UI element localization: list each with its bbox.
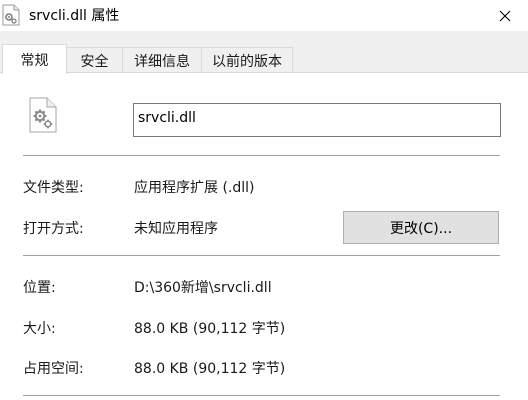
- close-button[interactable]: [482, 0, 528, 31]
- file-type-value: 应用程序扩展 (.dll): [134, 180, 255, 196]
- opens-with-label: 打开方式:: [23, 221, 84, 237]
- tab-general[interactable]: 常规: [2, 44, 67, 74]
- location-value: D:\360新增\srvcli.dll: [134, 280, 272, 296]
- tab-details[interactable]: 详细信息: [122, 47, 202, 73]
- divider: [23, 155, 500, 156]
- divider: [23, 395, 500, 396]
- location-label: 位置:: [23, 280, 56, 296]
- title-bar: srvcli.dll 属性: [0, 0, 528, 31]
- size-on-disk-value: 88.0 KB (90,112 字节): [134, 361, 286, 377]
- properties-dialog: srvcli.dll 属性 常规 安全 详细信息 以前的版本 srvcli.dl…: [0, 0, 528, 400]
- window-title: srvcli.dll 属性: [29, 8, 120, 24]
- tab-strip: 常规 安全 详细信息 以前的版本: [0, 44, 528, 74]
- file-name-field[interactable]: srvcli.dll: [133, 103, 501, 137]
- tab-previous-versions[interactable]: 以前的版本: [201, 47, 293, 73]
- size-label: 大小:: [23, 321, 56, 337]
- divider: [23, 255, 500, 256]
- opens-with-value: 未知应用程序: [134, 221, 218, 237]
- tab-security[interactable]: 安全: [66, 47, 123, 73]
- dll-file-icon: [28, 97, 58, 133]
- size-value: 88.0 KB (90,112 字节): [134, 321, 286, 337]
- file-gear-icon: [1, 4, 21, 26]
- general-panel: srvcli.dll 文件类型: 应用程序扩展 (.dll) 打开方式: 未知应…: [0, 72, 528, 400]
- size-on-disk-label: 占用空间:: [23, 361, 84, 377]
- file-type-label: 文件类型:: [23, 180, 84, 196]
- change-button[interactable]: 更改(C)...: [343, 211, 499, 244]
- close-icon: [499, 10, 511, 21]
